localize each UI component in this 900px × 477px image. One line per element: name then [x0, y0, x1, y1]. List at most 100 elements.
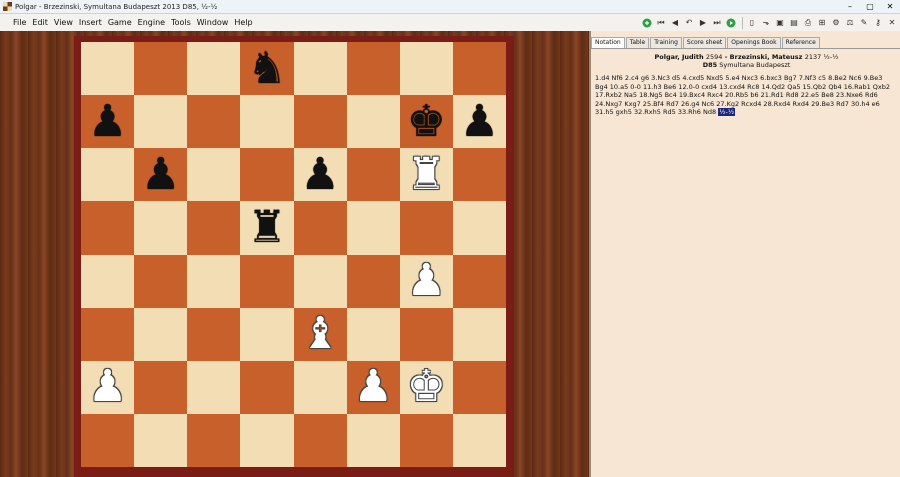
square-d5[interactable]: ♜ — [240, 201, 294, 255]
square-c4[interactable] — [187, 254, 241, 308]
menu-engine[interactable]: Engine — [135, 18, 168, 27]
menu-file[interactable]: File — [10, 18, 29, 27]
square-h2[interactable] — [452, 360, 506, 414]
square-e5[interactable] — [293, 201, 347, 255]
square-d7[interactable] — [240, 95, 294, 149]
square-b1[interactable] — [134, 413, 188, 467]
white-rook-icon[interactable]: ♜ — [407, 152, 446, 197]
square-e2[interactable] — [293, 360, 347, 414]
square-g3[interactable] — [399, 307, 453, 361]
key-icon[interactable]: ⚷ — [872, 17, 884, 29]
square-h6[interactable] — [452, 148, 506, 202]
minimize-button[interactable]: – — [840, 0, 860, 13]
square-h7[interactable]: ♟ — [452, 95, 506, 149]
square-d6[interactable] — [240, 148, 294, 202]
menu-help[interactable]: Help — [231, 18, 255, 27]
square-e4[interactable] — [293, 254, 347, 308]
square-a7[interactable]: ♟ — [81, 95, 135, 149]
square-d8[interactable]: ♞ — [240, 42, 294, 96]
square-d2[interactable] — [240, 360, 294, 414]
white-king-icon[interactable]: ♚ — [407, 365, 446, 409]
move-list[interactable]: 1.d4 Nf6 2.c4 g6 3.Nc3 d5 4.cxd5 Nxd5 5.… — [595, 74, 897, 117]
square-e8[interactable] — [293, 42, 347, 96]
open-icon[interactable]: ⬎ — [760, 17, 772, 29]
square-c5[interactable] — [187, 201, 241, 255]
square-h4[interactable] — [452, 254, 506, 308]
square-e6[interactable]: ♟ — [293, 148, 347, 202]
square-a5[interactable] — [81, 201, 135, 255]
square-g6[interactable]: ♜ — [399, 148, 453, 202]
black-rook-icon[interactable]: ♜ — [247, 205, 286, 250]
square-f4[interactable] — [346, 254, 400, 308]
tab-table[interactable]: Table — [625, 37, 650, 48]
square-f1[interactable] — [346, 413, 400, 467]
next-move-icon[interactable]: ▶ — [697, 17, 709, 29]
black-pawn-icon[interactable]: ♟ — [141, 152, 180, 197]
black-pawn-icon[interactable]: ♟ — [88, 99, 127, 144]
square-e1[interactable] — [293, 413, 347, 467]
square-g1[interactable] — [399, 413, 453, 467]
prev-move-icon[interactable]: ◀ — [669, 17, 681, 29]
white-bishop-icon[interactable]: ♝ — [300, 312, 339, 356]
square-e7[interactable] — [293, 95, 347, 149]
chess-board[interactable]: ♞ ♟ ♚ ♟ ♟ ♟ ♜ ♜ ♟ ♝ ♟ ♟ ♚ — [81, 42, 506, 477]
square-f2[interactable]: ♟ — [346, 360, 400, 414]
square-c1[interactable] — [187, 413, 241, 467]
square-b4[interactable] — [134, 254, 188, 308]
white-player[interactable]: Polgar, Judith — [654, 53, 703, 61]
square-h8[interactable] — [452, 42, 506, 96]
maximize-button[interactable]: ▢ — [860, 0, 880, 13]
tab-reference[interactable]: Reference — [781, 37, 820, 48]
menu-insert[interactable]: Insert — [76, 18, 105, 27]
menu-tools[interactable]: Tools — [168, 18, 194, 27]
square-a2[interactable]: ♟ — [81, 360, 135, 414]
square-b3[interactable] — [134, 307, 188, 361]
board-setup-icon[interactable]: ⊞ — [816, 17, 828, 29]
square-a4[interactable] — [81, 254, 135, 308]
square-g2[interactable]: ♚ — [399, 360, 453, 414]
square-c3[interactable] — [187, 307, 241, 361]
white-pawn-icon[interactable]: ♟ — [353, 365, 392, 409]
square-e3[interactable]: ♝ — [293, 307, 347, 361]
engine-icon[interactable]: ⚙ — [830, 17, 842, 29]
square-b2[interactable] — [134, 360, 188, 414]
menu-edit[interactable]: Edit — [29, 18, 51, 27]
square-b5[interactable] — [134, 201, 188, 255]
square-a3[interactable] — [81, 307, 135, 361]
black-player[interactable]: Brzezinski, Mateusz — [730, 53, 803, 61]
square-g5[interactable] — [399, 201, 453, 255]
square-a1[interactable] — [81, 413, 135, 467]
square-d1[interactable] — [240, 413, 294, 467]
analysis-icon[interactable]: ⚖ — [844, 17, 856, 29]
square-g4[interactable]: ♟ — [399, 254, 453, 308]
square-g8[interactable] — [399, 42, 453, 96]
square-d4[interactable] — [240, 254, 294, 308]
tab-training[interactable]: Training — [650, 37, 682, 48]
black-pawn-icon[interactable]: ♟ — [460, 99, 499, 144]
moves-text[interactable]: 1.d4 Nf6 2.c4 g6 3.Nc3 d5 4.cxd5 Nxd5 5.… — [595, 74, 890, 116]
square-f5[interactable] — [346, 201, 400, 255]
square-d3[interactable] — [240, 307, 294, 361]
black-king-icon[interactable]: ♚ — [407, 99, 446, 144]
square-h1[interactable] — [452, 413, 506, 467]
save-as-icon[interactable]: ▤ — [788, 17, 800, 29]
first-move-icon[interactable]: ⏮ — [655, 17, 667, 29]
new-game-icon[interactable]: ▯ — [746, 17, 758, 29]
close-doc-icon[interactable]: ✕ — [886, 17, 898, 29]
pen-icon[interactable]: ✎ — [858, 17, 870, 29]
square-b6[interactable]: ♟ — [134, 148, 188, 202]
square-c7[interactable] — [187, 95, 241, 149]
square-f7[interactable] — [346, 95, 400, 149]
square-a8[interactable] — [81, 42, 135, 96]
square-h5[interactable] — [452, 201, 506, 255]
tab-notation[interactable]: Notation — [591, 37, 625, 48]
final-result-badge[interactable]: ½-½ — [718, 108, 736, 116]
square-b7[interactable] — [134, 95, 188, 149]
square-b8[interactable] — [134, 42, 188, 96]
square-g7[interactable]: ♚ — [399, 95, 453, 149]
square-c8[interactable] — [187, 42, 241, 96]
take-back-icon[interactable]: ↶ — [683, 17, 695, 29]
green-plus-icon[interactable] — [725, 17, 737, 29]
black-knight-icon[interactable]: ♞ — [247, 46, 286, 91]
square-c6[interactable] — [187, 148, 241, 202]
